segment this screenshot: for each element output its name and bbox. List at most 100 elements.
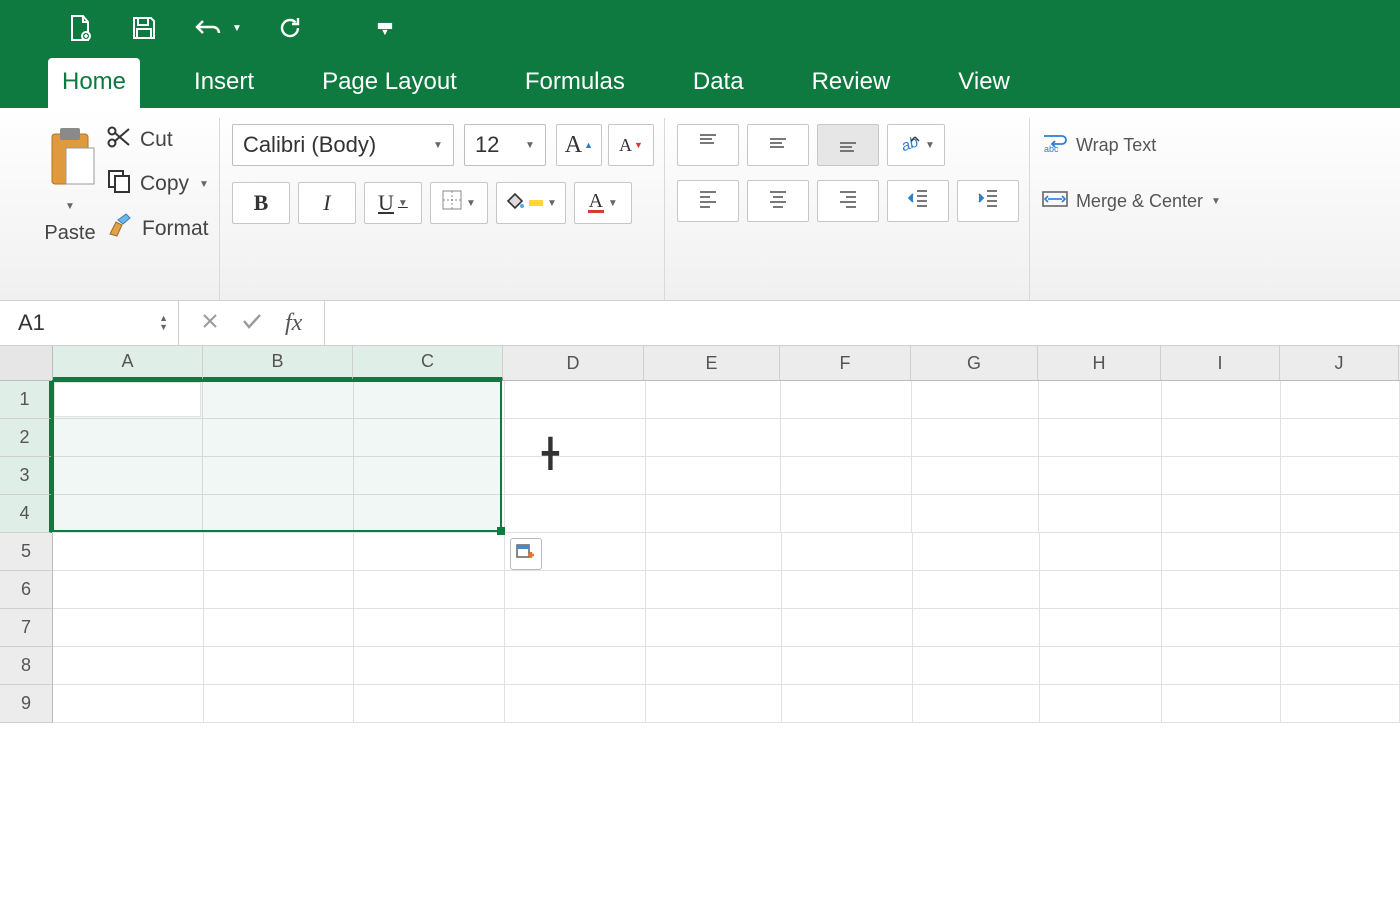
cell-G4[interactable] xyxy=(912,495,1039,533)
cell-E8[interactable] xyxy=(646,647,782,685)
copy-button[interactable]: Copy ▼ xyxy=(106,168,209,200)
align-right-button[interactable] xyxy=(817,180,879,222)
cell-F4[interactable] xyxy=(781,495,912,533)
cell-E7[interactable] xyxy=(646,609,782,647)
cell-B5[interactable] xyxy=(204,533,355,571)
cell-F6[interactable] xyxy=(782,571,913,609)
cell-B7[interactable] xyxy=(204,609,355,647)
cell-C3[interactable] xyxy=(354,457,505,495)
cancel-formula-button[interactable] xyxy=(201,312,219,335)
cell-H4[interactable] xyxy=(1039,495,1162,533)
cell-J3[interactable] xyxy=(1281,457,1400,495)
cell-C6[interactable] xyxy=(354,571,505,609)
cell-B3[interactable] xyxy=(203,457,354,495)
cell-H8[interactable] xyxy=(1040,647,1163,685)
cell-F1[interactable] xyxy=(781,381,912,419)
cell-J7[interactable] xyxy=(1281,609,1400,647)
undo-button[interactable] xyxy=(192,12,224,44)
cell-C8[interactable] xyxy=(354,647,505,685)
row-header-9[interactable]: 9 xyxy=(0,685,53,723)
cell-A2[interactable] xyxy=(52,419,203,457)
cell-J2[interactable] xyxy=(1281,419,1400,457)
cell-E3[interactable] xyxy=(646,457,782,495)
cell-I3[interactable] xyxy=(1162,457,1281,495)
cell-C4[interactable] xyxy=(354,495,505,533)
cell-A9[interactable] xyxy=(53,685,204,723)
cell-D8[interactable] xyxy=(505,647,646,685)
cell-D7[interactable] xyxy=(505,609,646,647)
cell-J5[interactable] xyxy=(1281,533,1400,571)
cell-F3[interactable] xyxy=(781,457,912,495)
insert-function-button[interactable]: fx xyxy=(285,310,302,337)
increase-indent-button[interactable] xyxy=(957,180,1019,222)
quick-analysis-button[interactable] xyxy=(510,538,542,570)
column-header-A[interactable]: A xyxy=(53,346,203,380)
cell-A5[interactable] xyxy=(53,533,204,571)
fill-color-button[interactable]: ▼ xyxy=(496,182,566,224)
repeat-button[interactable] xyxy=(274,12,306,44)
cell-H9[interactable] xyxy=(1040,685,1163,723)
cell-G5[interactable] xyxy=(913,533,1040,571)
shrink-font-button[interactable]: A▼ xyxy=(608,124,654,166)
merge-center-button[interactable]: Merge & Center ▼ xyxy=(1042,182,1221,220)
column-header-C[interactable]: C xyxy=(353,346,503,380)
row-header-6[interactable]: 6 xyxy=(0,571,53,609)
cell-B2[interactable] xyxy=(203,419,354,457)
cell-I8[interactable] xyxy=(1162,647,1281,685)
italic-button[interactable]: I xyxy=(298,182,356,224)
cell-H7[interactable] xyxy=(1040,609,1163,647)
row-header-4[interactable]: 4 xyxy=(0,495,52,533)
cell-I4[interactable] xyxy=(1162,495,1281,533)
cell-C2[interactable] xyxy=(354,419,505,457)
tab-page-layout[interactable]: Page Layout xyxy=(308,58,471,108)
cell-A7[interactable] xyxy=(53,609,204,647)
cell-C5[interactable] xyxy=(354,533,505,571)
column-header-H[interactable]: H xyxy=(1038,346,1161,380)
cell-E1[interactable] xyxy=(646,381,782,419)
name-box[interactable]: A1 ▲▼ xyxy=(0,301,179,345)
cell-J1[interactable] xyxy=(1281,381,1400,419)
row-header-3[interactable]: 3 xyxy=(0,457,52,495)
cell-E2[interactable] xyxy=(646,419,782,457)
cell-D2[interactable] xyxy=(505,419,646,457)
cell-A1[interactable] xyxy=(52,381,203,419)
spreadsheet-grid[interactable]: ABCDEFGHIJ 123456789 ╋ xyxy=(0,346,1400,900)
bold-button[interactable]: B xyxy=(232,182,290,224)
row-header-7[interactable]: 7 xyxy=(0,609,53,647)
name-box-spinner[interactable]: ▲▼ xyxy=(159,314,168,332)
column-header-F[interactable]: F xyxy=(780,346,911,380)
grow-font-button[interactable]: A▲ xyxy=(556,124,602,166)
enter-formula-button[interactable] xyxy=(241,312,263,335)
cell-F7[interactable] xyxy=(782,609,913,647)
cell-A8[interactable] xyxy=(53,647,204,685)
cell-G8[interactable] xyxy=(913,647,1040,685)
save-button[interactable] xyxy=(128,12,160,44)
align-center-button[interactable] xyxy=(747,180,809,222)
row-header-5[interactable]: 5 xyxy=(0,533,53,571)
borders-button[interactable]: ▼ xyxy=(430,182,488,224)
tab-view[interactable]: View xyxy=(944,58,1024,108)
column-header-J[interactable]: J xyxy=(1280,346,1399,380)
font-color-button[interactable]: A ▼ xyxy=(574,182,632,224)
cell-J6[interactable] xyxy=(1281,571,1400,609)
cell-G7[interactable] xyxy=(913,609,1040,647)
cut-button[interactable]: Cut xyxy=(106,124,209,156)
align-top-button[interactable] xyxy=(677,124,739,166)
align-left-button[interactable] xyxy=(677,180,739,222)
cell-B9[interactable] xyxy=(204,685,355,723)
font-size-combo[interactable]: 12 ▼ xyxy=(464,124,546,166)
cell-B8[interactable] xyxy=(204,647,355,685)
font-name-combo[interactable]: Calibri (Body) ▼ xyxy=(232,124,454,166)
cell-F8[interactable] xyxy=(782,647,913,685)
copy-dropdown-caret[interactable]: ▼ xyxy=(199,179,209,190)
tab-insert[interactable]: Insert xyxy=(180,58,268,108)
cell-A6[interactable] xyxy=(53,571,204,609)
cell-E6[interactable] xyxy=(646,571,782,609)
cell-G9[interactable] xyxy=(913,685,1040,723)
cell-H6[interactable] xyxy=(1040,571,1163,609)
cell-A4[interactable] xyxy=(52,495,203,533)
cell-H1[interactable] xyxy=(1039,381,1162,419)
column-header-G[interactable]: G xyxy=(911,346,1038,380)
underline-button[interactable]: U ▼ xyxy=(364,182,422,224)
undo-dropdown-caret[interactable]: ▼ xyxy=(232,23,242,34)
